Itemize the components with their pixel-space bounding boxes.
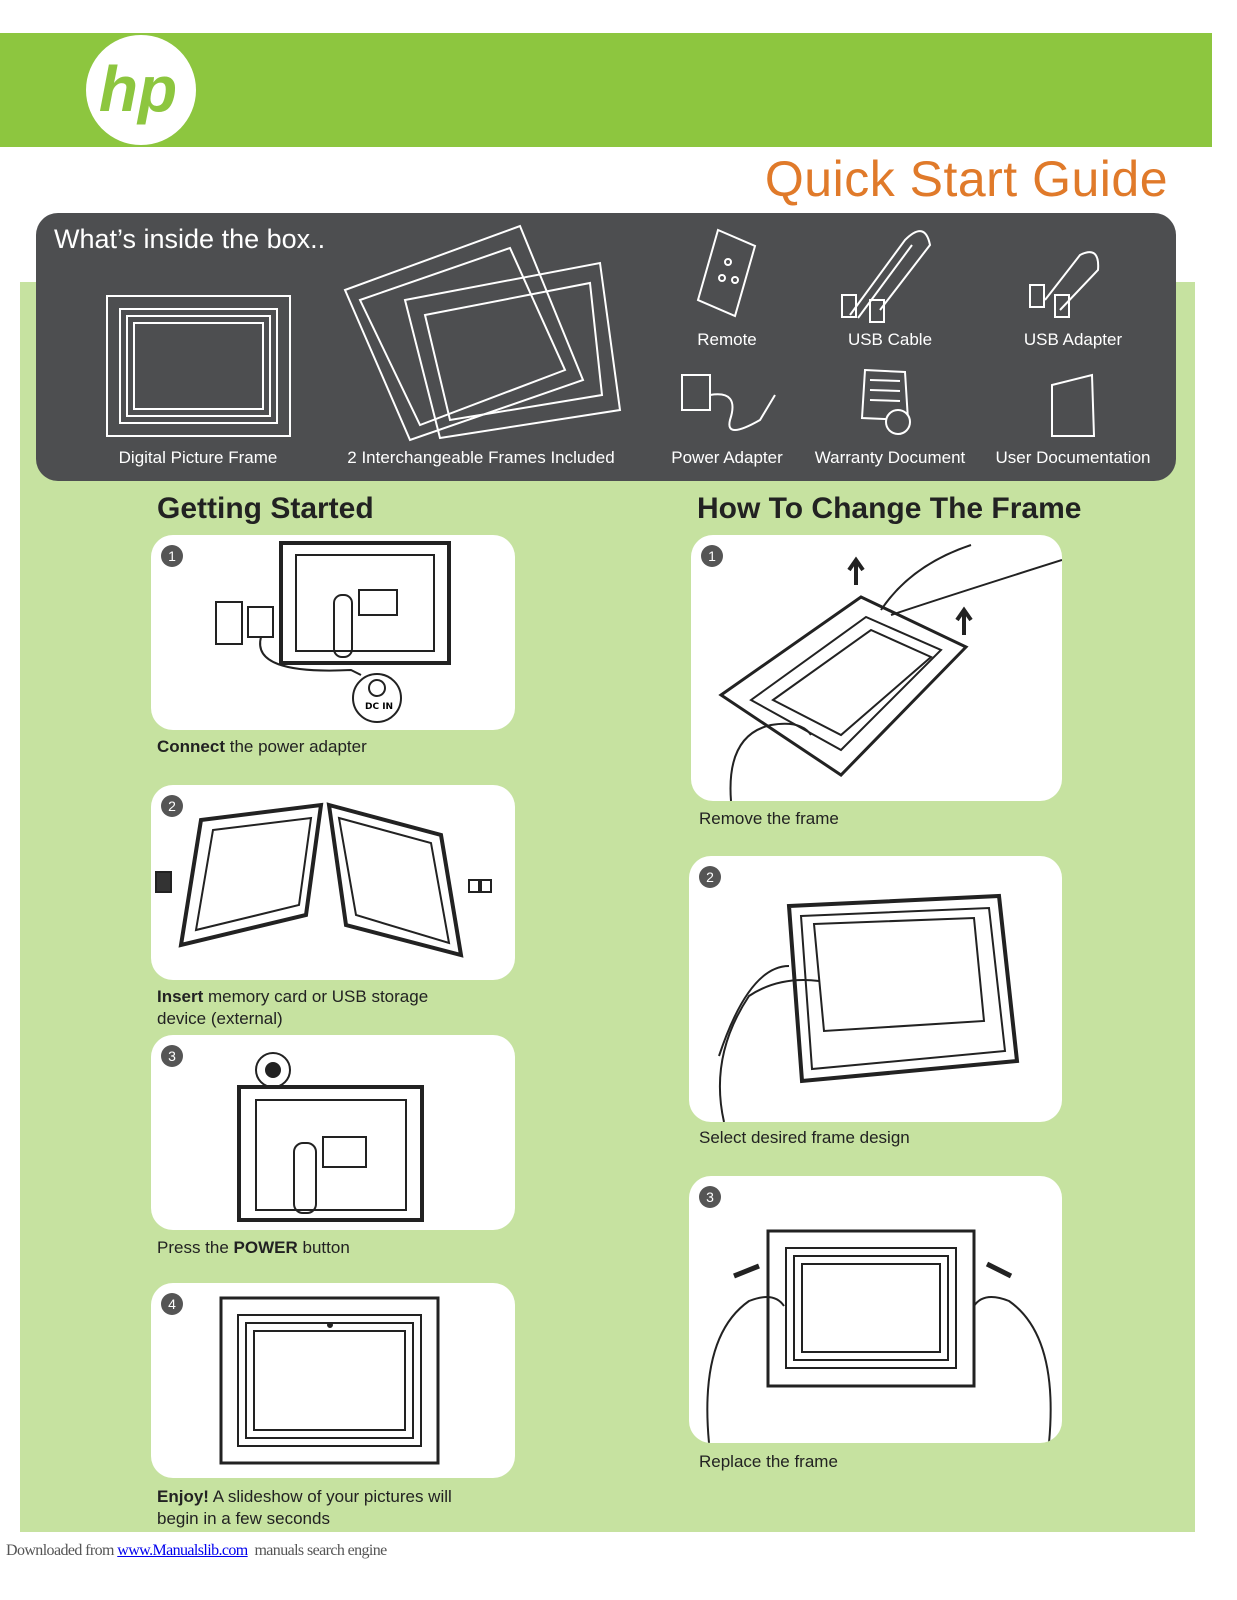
step-caption: Replace the frame xyxy=(699,1452,838,1471)
item-label: USB Adapter xyxy=(1023,330,1123,349)
item-label: User Documentation xyxy=(995,448,1151,467)
power-illustration xyxy=(237,1052,424,1222)
step-panel-replace: 3 xyxy=(689,1176,1062,1443)
picture-frame-icon xyxy=(106,295,291,437)
step-panel-insert: 2 xyxy=(151,785,515,980)
box-illustrations xyxy=(106,224,1100,442)
footer: Downloaded from www.Manualslib.com manua… xyxy=(6,1542,387,1560)
enjoy-illustration xyxy=(219,1296,440,1465)
caption-text: A slideshow of your pictures will xyxy=(208,1487,452,1506)
footer-text: manuals search engine xyxy=(247,1542,387,1559)
step-caption: Remove the frame xyxy=(699,809,839,828)
step-panel-remove: 1 xyxy=(691,535,1062,801)
item-label: Remote xyxy=(697,330,757,349)
remote-icon xyxy=(696,228,757,318)
item-label: USB Cable xyxy=(847,330,933,349)
caption-text: Press the xyxy=(157,1238,234,1257)
caption-bold: Insert xyxy=(157,987,204,1006)
step-caption: Enjoy! A slideshow of your pictures will… xyxy=(157,1486,452,1530)
dc-in-label: DC IN xyxy=(365,702,394,712)
caption-text: begin in a few seconds xyxy=(157,1509,330,1528)
remove-frame-illustration xyxy=(718,544,1062,801)
caption-text: button xyxy=(297,1238,350,1257)
power-adapter-icon xyxy=(681,374,776,431)
item-label: Power Adapter xyxy=(671,448,783,467)
step-panel-connect: 1 DC IN xyxy=(151,535,515,730)
select-frame-illustration xyxy=(718,893,1020,1122)
warranty-icon xyxy=(860,368,911,435)
replace-frame-illustration xyxy=(706,1229,1052,1443)
caption-bold: POWER xyxy=(233,1238,298,1257)
insert-illustration xyxy=(155,802,492,958)
step-caption: Press the POWER button xyxy=(157,1237,350,1259)
step-panel-power: 3 xyxy=(151,1035,515,1230)
caption-text: memory card or USB storage xyxy=(203,987,429,1006)
caption-text: device (external) xyxy=(157,1009,283,1028)
step-caption: Select desired frame design xyxy=(699,1128,910,1147)
footer-text: Downloaded from xyxy=(6,1542,118,1559)
getting-started-heading: Getting Started xyxy=(157,492,374,525)
item-label: Warranty Document xyxy=(814,448,966,467)
usb-adapter-icon xyxy=(1029,251,1100,318)
caption-text: the power adapter xyxy=(225,737,367,756)
caption-bold: Enjoy! xyxy=(157,1487,209,1506)
connect-illustration xyxy=(215,541,451,723)
item-label: 2 Interchangeable Frames Included xyxy=(347,448,615,467)
manualslib-link[interactable]: www.Manualslib.com xyxy=(117,1542,248,1559)
change-frame-heading: How To Change The Frame xyxy=(697,492,1082,525)
step-caption: Insert memory card or USB storage device … xyxy=(157,986,428,1030)
usb-cable-icon xyxy=(841,230,932,323)
item-label: Digital Picture Frame xyxy=(118,448,278,467)
frames-icon xyxy=(343,224,622,442)
caption-bold: Connect xyxy=(157,737,225,756)
document-icon xyxy=(1051,373,1096,437)
step-caption: Connect the power adapter xyxy=(157,736,367,758)
step-panel-select: 2 xyxy=(689,856,1062,1122)
step-panel-enjoy: 4 xyxy=(151,1283,515,1478)
